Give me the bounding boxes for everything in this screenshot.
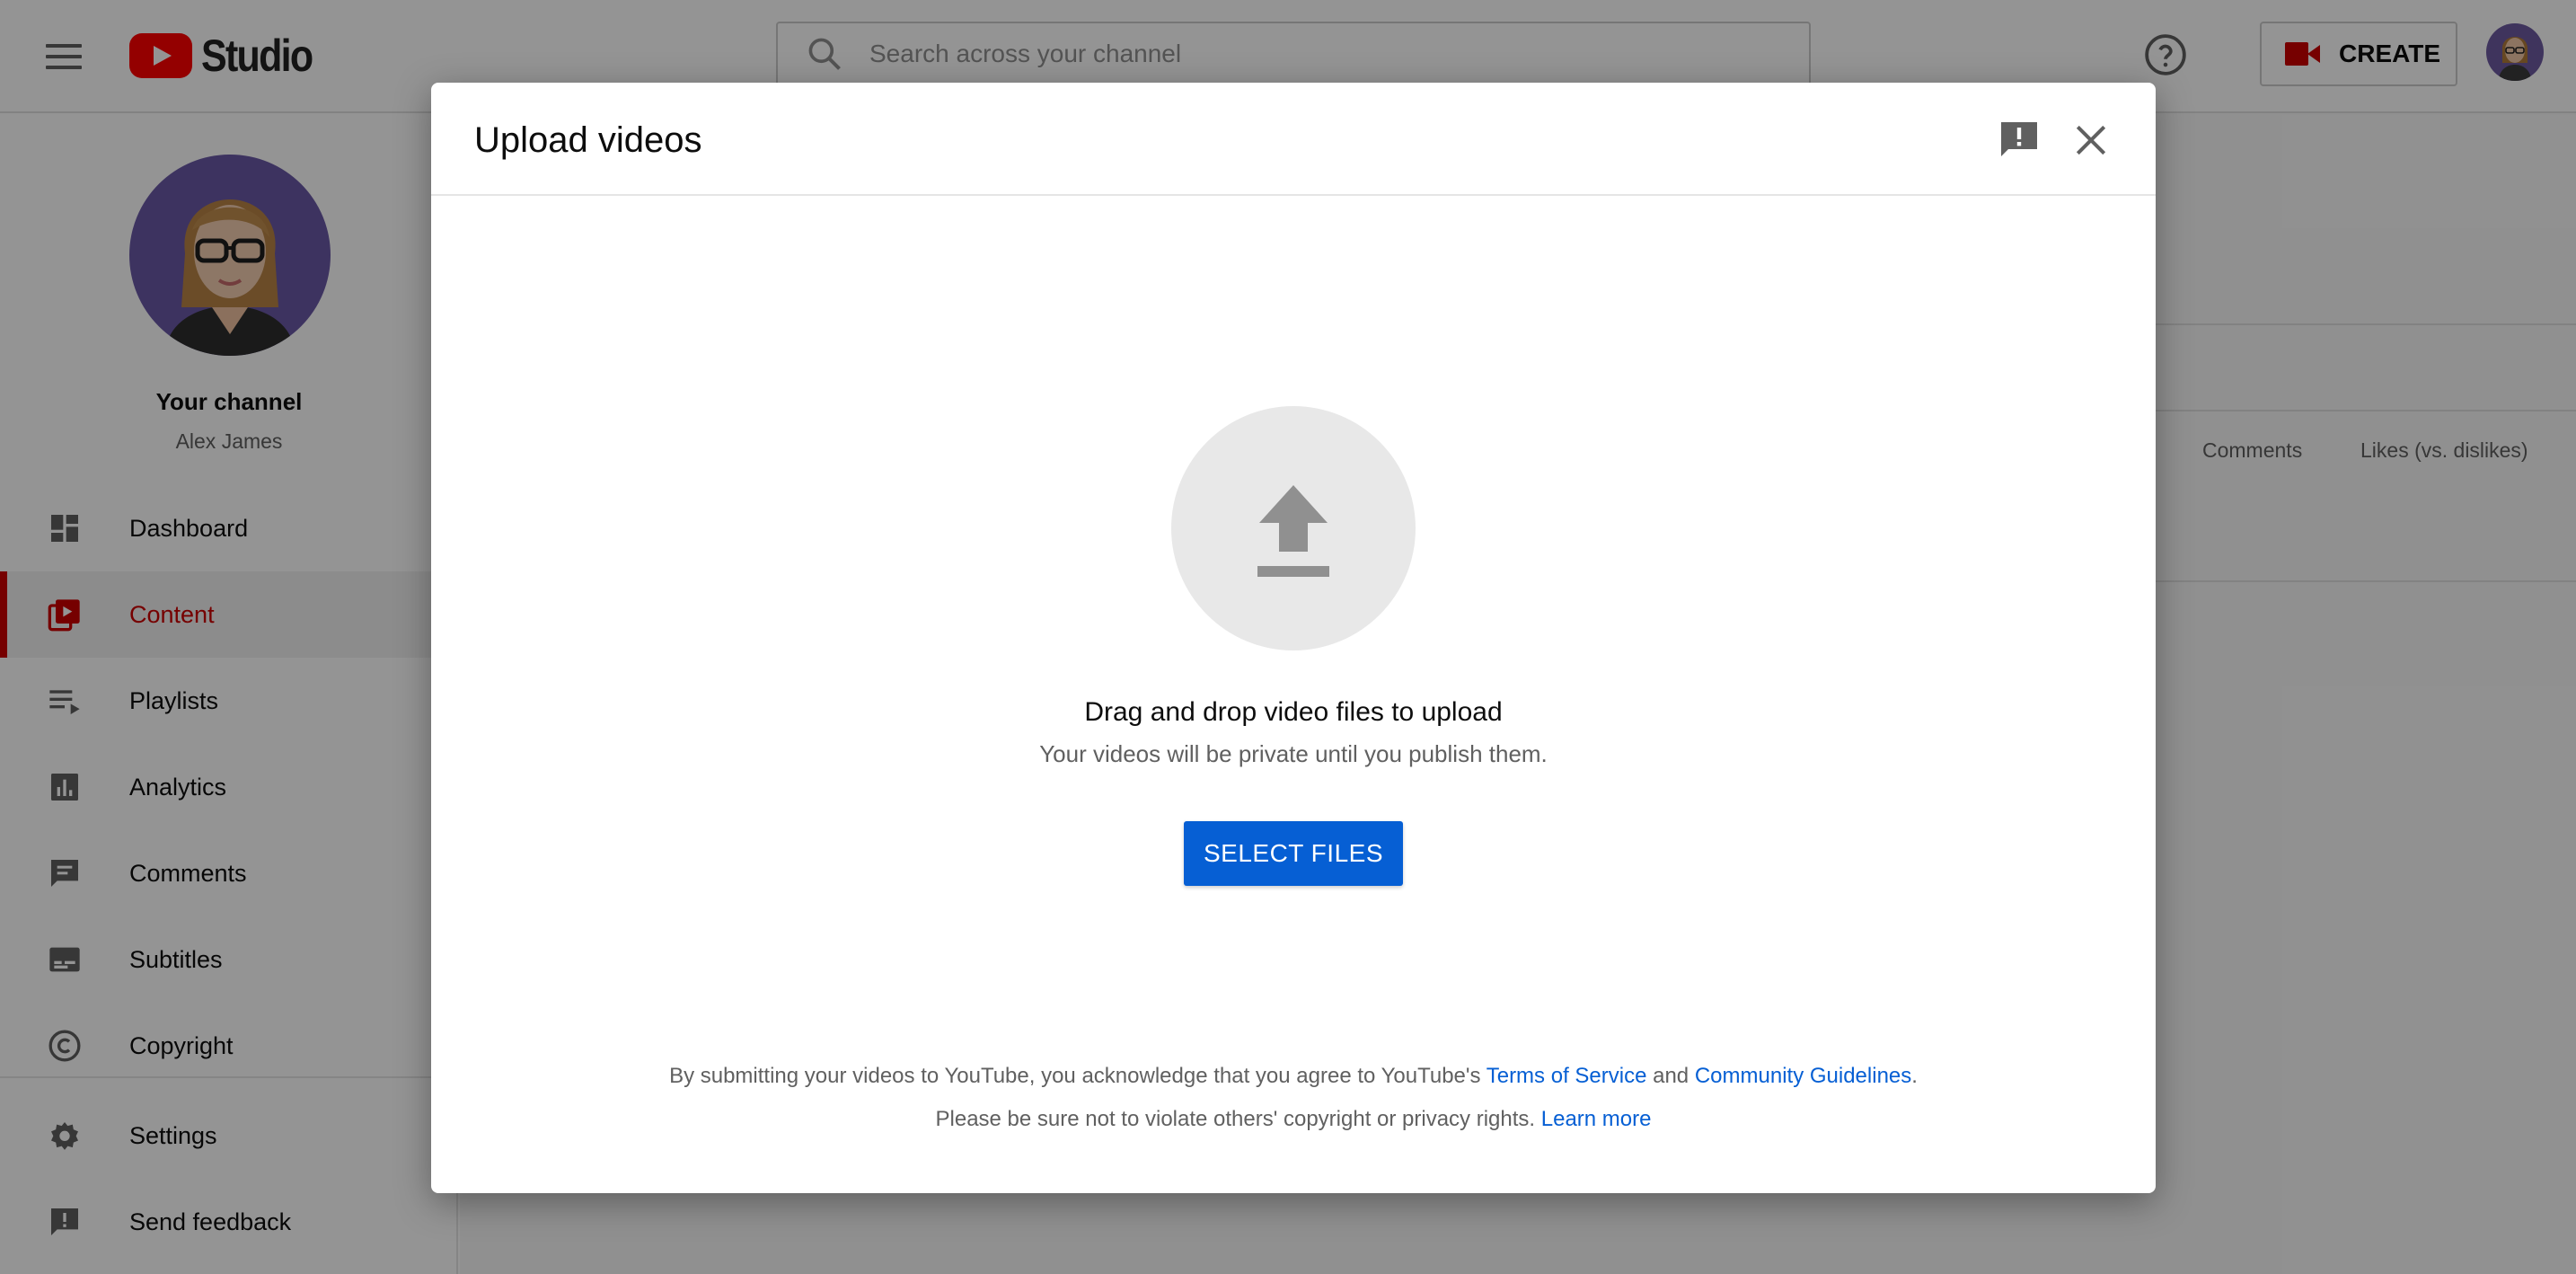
legal-notice-line1: By submitting your videos to YouTube, yo…	[431, 1064, 2156, 1089]
upload-arrow-icon	[1257, 485, 1329, 577]
close-icon[interactable]	[2071, 120, 2111, 160]
terms-of-service-link[interactable]: Terms of Service	[1486, 1064, 1647, 1088]
upload-videos-dialog: Upload videos Drag and drop video files …	[431, 83, 2156, 1193]
drop-zone-subtitle: Your videos will be private until you pu…	[1039, 740, 1548, 767]
dialog-header: Upload videos	[431, 83, 2156, 196]
drop-zone-title: Drag and drop video files to upload	[1084, 697, 1503, 727]
legal-text: Please be sure not to violate others' co…	[935, 1107, 1541, 1131]
dialog-title: Upload videos	[474, 120, 702, 160]
legal-text: By submitting your videos to YouTube, yo…	[669, 1064, 1486, 1088]
community-guidelines-link[interactable]: Community Guidelines	[1695, 1064, 1911, 1088]
legal-text: .	[1911, 1064, 1918, 1088]
upload-drop-target[interactable]	[1171, 406, 1416, 650]
legal-text: and	[1646, 1064, 1695, 1088]
learn-more-link[interactable]: Learn more	[1541, 1107, 1652, 1131]
feedback-icon[interactable]	[1998, 119, 2041, 162]
select-files-button[interactable]: SELECT FILES	[1184, 821, 1403, 886]
legal-notice-line2: Please be sure not to violate others' co…	[431, 1107, 2156, 1132]
